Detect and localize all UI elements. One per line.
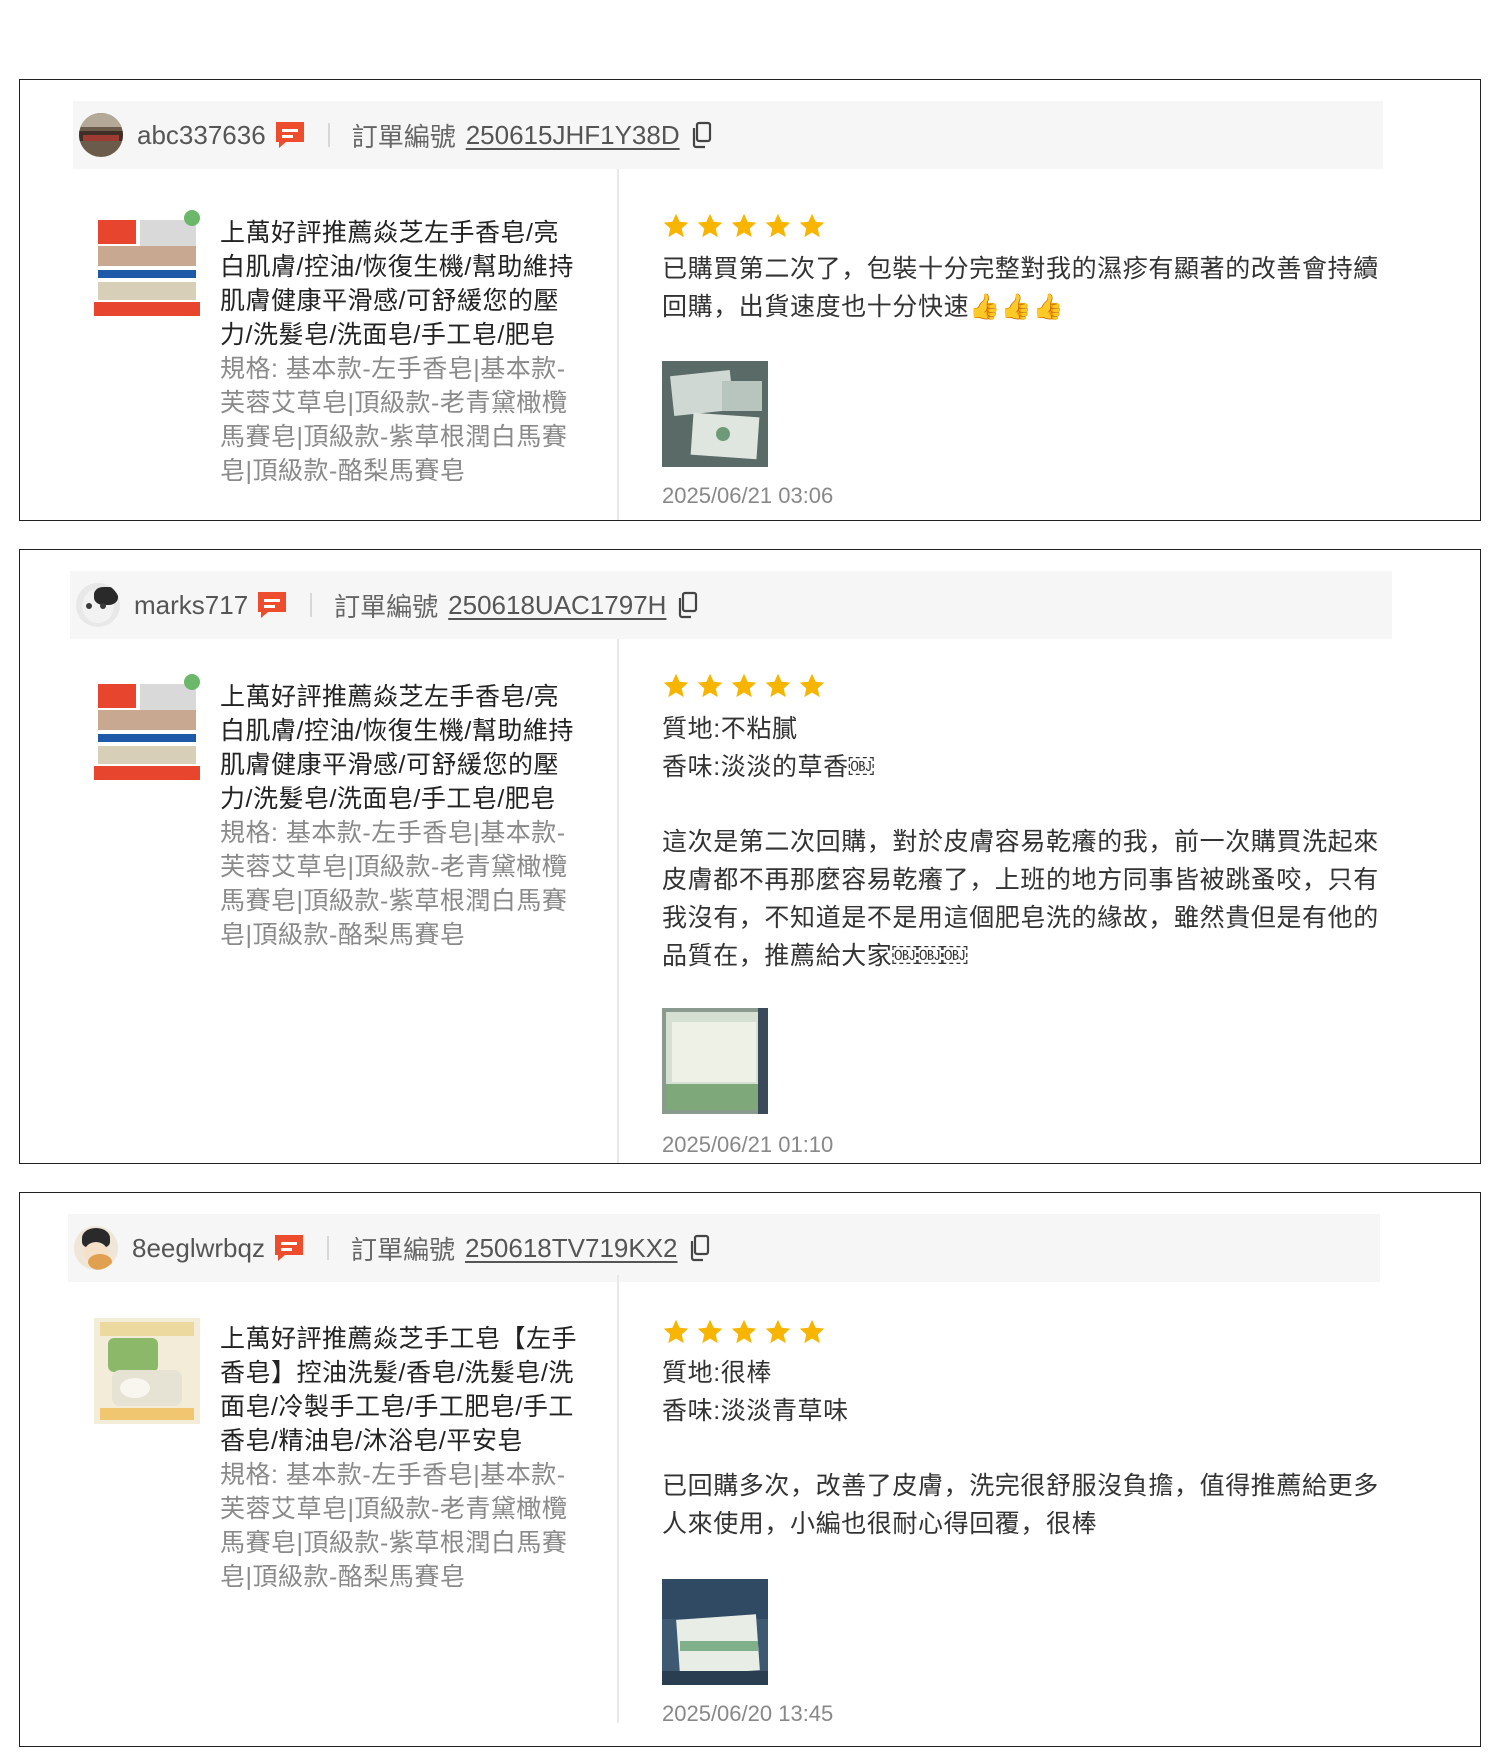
copy-icon[interactable]	[688, 1234, 710, 1262]
star-icon	[765, 213, 791, 238]
username[interactable]: 8eeglwrbqz	[132, 1233, 265, 1264]
product-name[interactable]: 上萬好評推薦焱芝手工皂【左手香皂】控油洗髮/香皂/洗髮皂/洗面皂/冷製手工皂/手…	[220, 1322, 580, 1458]
review-header: marks717 訂單編號 250618UAC1797H	[70, 571, 1392, 639]
product-spec: 規格: 基本款-左手香皂|基本款-芙蓉艾草皂|頂級款-老青黛橄欖馬賽皂|頂級款-…	[220, 1461, 568, 1591]
product-thumbnail[interactable]	[94, 1318, 200, 1424]
order-number-link[interactable]: 250618UAC1797H	[448, 590, 666, 621]
review-card: marks717 訂單編號 250618UAC1797H 上萬好評推薦焱芝左手香…	[19, 549, 1481, 1164]
star-icon	[697, 213, 723, 238]
review-photo[interactable]	[662, 361, 768, 467]
review-text: 質地:不粘膩 香味:淡淡的草香￼ 這次是第二次回購，對於皮膚容易乾癢的我，前一次…	[662, 710, 1392, 975]
chat-bubble-icon[interactable]	[256, 590, 288, 620]
review-texture: 質地:不粘膩	[662, 715, 798, 743]
column-divider	[617, 639, 619, 1163]
star-icon	[799, 1319, 825, 1344]
review-timestamp: 2025/06/21 03:06	[662, 483, 834, 508]
product-spec: 規格: 基本款-左手香皂|基本款-芙蓉艾草皂|頂級款-老青黛橄欖馬賽皂|頂級款-…	[220, 819, 568, 949]
avatar[interactable]	[76, 583, 120, 627]
review-body: 已回購多次，改善了皮膚，洗完很舒服沒負擔，值得推薦給更多人來使用，小編也很耐心得…	[662, 1472, 1379, 1538]
order-label: 訂單編號	[334, 591, 439, 622]
order-number-link[interactable]: 250615JHF1Y38D	[466, 120, 680, 151]
rating-stars	[662, 212, 826, 240]
star-icon	[765, 673, 791, 698]
product-name[interactable]: 上萬好評推薦焱芝左手香皂/亮白肌膚/控油/恢復生機/幫助維持肌膚健康平滑感/可舒…	[220, 216, 580, 352]
star-icon	[731, 673, 757, 698]
product-spec: 規格: 基本款-左手香皂|基本款-芙蓉艾草皂|頂級款-老青黛橄欖馬賽皂|頂級款-…	[220, 355, 568, 485]
star-icon	[663, 213, 689, 238]
product-name[interactable]: 上萬好評推薦焱芝左手香皂/亮白肌膚/控油/恢復生機/幫助維持肌膚健康平滑感/可舒…	[220, 680, 580, 816]
copy-icon[interactable]	[676, 591, 698, 619]
review-scent: 香味:淡淡的草香￼	[662, 753, 874, 781]
review-body: 這次是第二次回購，對於皮膚容易乾癢的我，前一次購買洗起來皮膚都不再那麼容易乾癢了…	[662, 828, 1379, 970]
review-text: 質地:很棒 香味:淡淡青草味 已回購多次，改善了皮膚，洗完很舒服沒負擔，值得推薦…	[662, 1354, 1392, 1543]
order-label: 訂單編號	[350, 1234, 455, 1265]
star-icon	[663, 1319, 689, 1344]
star-icon	[697, 1319, 723, 1344]
review-scent: 香味:淡淡青草味	[662, 1397, 849, 1425]
avatar[interactable]	[79, 113, 123, 157]
avatar[interactable]	[74, 1226, 118, 1270]
review-header: 8eeglwrbqz 訂單編號 250618TV719KX2	[68, 1214, 1380, 1282]
star-icon	[799, 673, 825, 698]
review-card: 8eeglwrbqz 訂單編號 250618TV719KX2 上萬好評推薦焱芝手…	[19, 1192, 1481, 1747]
column-divider	[617, 1275, 619, 1723]
product-thumbnail[interactable]	[94, 674, 200, 780]
separator	[326, 1236, 329, 1260]
product-info: 上萬好評推薦焱芝手工皂【左手香皂】控油洗髮/香皂/洗髮皂/洗面皂/冷製手工皂/手…	[220, 1322, 580, 1594]
star-icon	[731, 1319, 757, 1344]
review-photo[interactable]	[662, 1008, 768, 1114]
star-icon	[663, 673, 689, 698]
star-icon	[799, 213, 825, 238]
star-icon	[765, 1319, 791, 1344]
review-texture: 質地:很棒	[662, 1359, 772, 1387]
product-thumbnail[interactable]	[94, 210, 200, 316]
review-photo[interactable]	[662, 1579, 768, 1685]
chat-bubble-icon[interactable]	[274, 120, 306, 150]
product-info: 上萬好評推薦焱芝左手香皂/亮白肌膚/控油/恢復生機/幫助維持肌膚健康平滑感/可舒…	[220, 216, 580, 506]
order-label: 訂單編號	[351, 121, 456, 152]
star-icon	[697, 673, 723, 698]
review-timestamp: 2025/06/20 13:45	[662, 1701, 834, 1726]
star-icon	[731, 213, 757, 238]
username[interactable]: marks717	[134, 590, 248, 621]
chat-bubble-icon[interactable]	[273, 1233, 305, 1263]
rating-stars	[662, 672, 826, 700]
separator	[327, 123, 330, 147]
review-body: 已購買第二次了，包裝十分完整對我的濕疹有顯著的改善會持續回購，出貨速度也十分快速…	[662, 255, 1379, 321]
username[interactable]: abc337636	[137, 120, 266, 151]
review-timestamp: 2025/06/21 01:10	[662, 1132, 834, 1157]
copy-icon[interactable]	[690, 121, 712, 149]
rating-stars	[662, 1318, 826, 1346]
separator	[310, 593, 313, 617]
review-card: abc337636 訂單編號 250615JHF1Y38D 上萬好評推薦焱芝左手…	[19, 79, 1481, 521]
review-text: 已購買第二次了，包裝十分完整對我的濕疹有顯著的改善會持續回購，出貨速度也十分快速…	[662, 250, 1392, 326]
column-divider	[617, 169, 619, 520]
review-header: abc337636 訂單編號 250615JHF1Y38D	[73, 101, 1383, 169]
order-number-link[interactable]: 250618TV719KX2	[465, 1233, 678, 1264]
product-info: 上萬好評推薦焱芝左手香皂/亮白肌膚/控油/恢復生機/幫助維持肌膚健康平滑感/可舒…	[220, 680, 580, 952]
